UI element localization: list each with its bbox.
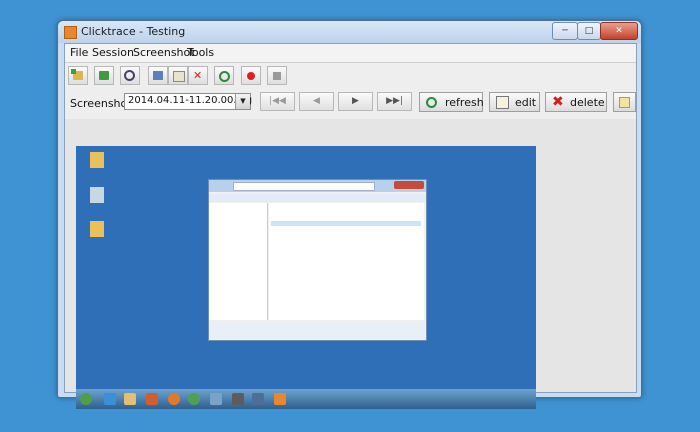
folder-icon: [90, 152, 104, 168]
chevron-down-icon[interactable]: ▼: [235, 94, 250, 109]
stop-icon: [273, 72, 281, 80]
delete-icon: ✕: [193, 69, 203, 82]
new-session-button[interactable]: [68, 66, 88, 85]
settings-button[interactable]: [148, 66, 168, 85]
folder-icon: [90, 221, 104, 237]
refresh-label: refresh: [445, 96, 484, 109]
menu-separator: [65, 62, 636, 63]
app-window: Clicktrace - Testing ─ □ ✕ File Session …: [57, 20, 642, 409]
record-icon: [247, 72, 255, 80]
taskbar-thumbnail: [76, 389, 536, 409]
screenshot-select-value: 2014.04.11-11.20.00.jpg: [128, 95, 253, 106]
refresh-button[interactable]: refresh: [419, 92, 484, 112]
minimize-button[interactable]: ─: [552, 22, 578, 40]
explorer-window-thumbnail: [208, 179, 427, 341]
screenshot-image: [76, 146, 536, 409]
app-icon: [64, 26, 77, 39]
plus-icon: [71, 69, 76, 74]
open-session-button[interactable]: [94, 66, 114, 85]
edit-button[interactable]: edit: [489, 92, 540, 112]
menu-bar: File Session Screenshot Tools: [65, 44, 636, 62]
media-icon: [146, 393, 158, 405]
folder-icon: [124, 393, 136, 405]
menu-file[interactable]: File: [70, 46, 88, 59]
delete-icon: ✖: [552, 94, 564, 110]
app-icon: [210, 393, 222, 405]
app-icon: [232, 393, 244, 405]
pencil-icon: [619, 97, 630, 108]
screenshot-select[interactable]: 2014.04.11-11.20.00.jpg ▼: [124, 93, 253, 110]
record-button[interactable]: [241, 66, 261, 85]
chrome-icon: [188, 393, 200, 405]
annotate-button[interactable]: [613, 92, 636, 112]
stop-button[interactable]: [267, 66, 287, 85]
previous-button[interactable]: ◀: [299, 92, 334, 111]
screenshot-viewer[interactable]: [65, 119, 636, 409]
last-button[interactable]: ▶▶|: [377, 92, 412, 111]
clicktrace-taskbar-icon: [274, 393, 286, 405]
edit-label: edit: [515, 96, 537, 109]
settings-icon: [153, 71, 163, 80]
firefox-icon: [168, 393, 180, 405]
menu-session[interactable]: Session: [92, 46, 134, 59]
browser-icon: [104, 393, 116, 405]
maximize-button[interactable]: □: [577, 22, 601, 40]
window-title: Clicktrace - Testing: [81, 25, 186, 38]
next-button[interactable]: ▶: [338, 92, 373, 111]
refresh-icon: [426, 97, 437, 108]
client-area: File Session Screenshot Tools ✕ Screensh…: [64, 43, 637, 409]
close-button[interactable]: ✕: [600, 22, 638, 40]
app-icon: [252, 393, 264, 405]
start-icon: [80, 393, 92, 405]
zoom-button[interactable]: [120, 66, 140, 85]
refresh-icon: [219, 71, 230, 82]
screenshot-label: Screenshot: [70, 97, 132, 110]
edit-icon: [496, 96, 509, 109]
menu-tools[interactable]: Tools: [187, 46, 214, 59]
title-bar[interactable]: Clicktrace - Testing ─ □ ✕: [58, 21, 641, 43]
delete-label: delete: [570, 96, 605, 109]
edit-icon: [173, 71, 185, 82]
open-session-icon: [99, 71, 109, 80]
delete-image-button[interactable]: ✕: [188, 66, 208, 85]
refresh-toolbar-button[interactable]: [214, 66, 234, 85]
delete-button[interactable]: ✖ delete: [545, 92, 607, 112]
zoom-icon: [124, 70, 135, 81]
first-button[interactable]: |◀◀: [260, 92, 295, 111]
menu-screenshot[interactable]: Screenshot: [133, 46, 195, 59]
edit-image-button[interactable]: [168, 66, 188, 85]
recycle-bin-icon: [90, 187, 104, 203]
